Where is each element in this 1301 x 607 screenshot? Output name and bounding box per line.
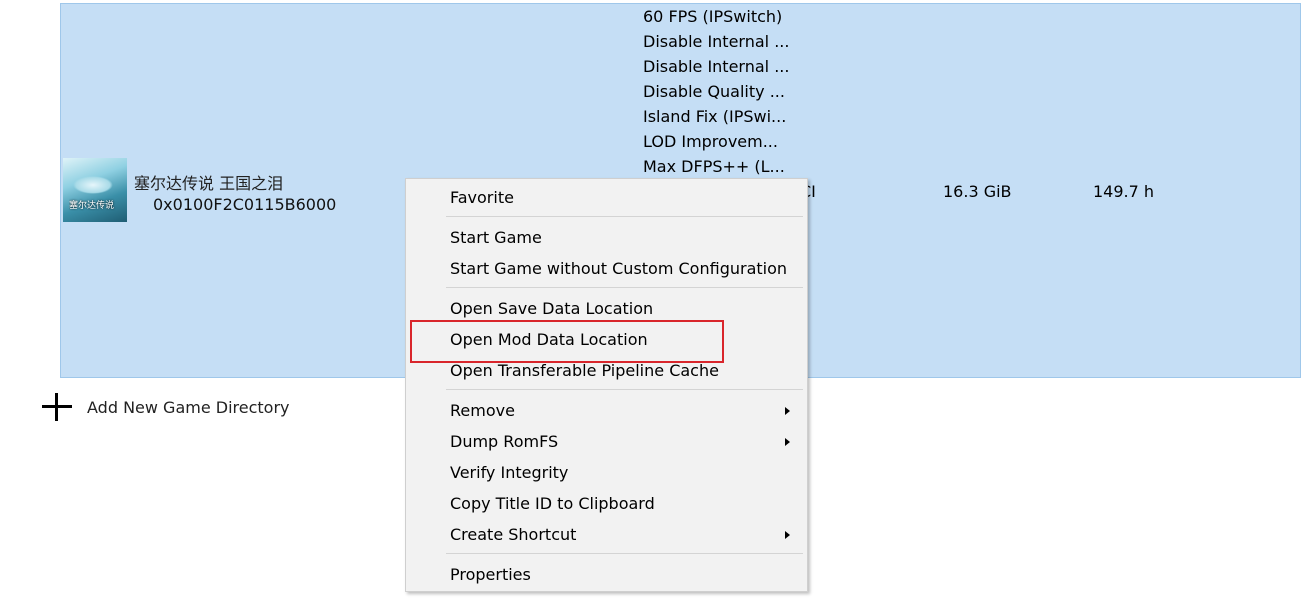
addon-item: 60 FPS (IPSwitch) — [643, 7, 783, 26]
addons-list: 60 FPS (IPSwitch) Disable Internal ... D… — [643, 7, 789, 182]
menu-item-start-game[interactable]: Start Game — [407, 223, 806, 253]
game-name: 塞尔达传说 王国之泪 — [134, 174, 284, 193]
addon-item: Disable Quality ... — [643, 82, 785, 101]
plus-icon — [40, 393, 72, 421]
menu-item-create-shortcut[interactable]: Create Shortcut — [407, 520, 806, 550]
context-menu: Favorite Start Game Start Game without C… — [405, 178, 808, 592]
addon-item: Island Fix (IPSwi... — [643, 107, 787, 126]
submenu-arrow-icon — [785, 438, 790, 446]
game-size: 16.3 GiB — [943, 182, 1012, 201]
menu-separator — [446, 216, 803, 217]
addon-item: LOD Improvem... — [643, 132, 778, 151]
menu-item-dump-romfs[interactable]: Dump RomFS — [407, 427, 806, 457]
addon-item: Disable Internal ... — [643, 57, 790, 76]
menu-item-remove-label: Remove — [450, 401, 515, 420]
menu-item-create-shortcut-label: Create Shortcut — [450, 525, 577, 544]
add-game-directory-label: Add New Game Directory — [87, 397, 290, 417]
addon-item: Disable Internal ... — [643, 32, 790, 51]
game-play-time: 149.7 h — [1093, 182, 1155, 201]
menu-item-favorite[interactable]: Favorite — [407, 183, 806, 213]
menu-item-start-game-without-config[interactable]: Start Game without Custom Configuration — [407, 254, 806, 284]
game-thumbnail: 塞尔达传说 — [63, 158, 127, 222]
thumbnail-text: 塞尔达传说 — [69, 201, 115, 211]
menu-item-properties[interactable]: Properties — [407, 560, 806, 590]
menu-separator — [446, 553, 803, 554]
menu-item-open-save-data[interactable]: Open Save Data Location — [407, 294, 806, 324]
submenu-arrow-icon — [785, 407, 790, 415]
menu-item-verify-integrity[interactable]: Verify Integrity — [407, 458, 806, 488]
menu-item-open-pipeline-cache[interactable]: Open Transferable Pipeline Cache — [407, 356, 806, 386]
menu-item-open-mod-data[interactable]: Open Mod Data Location — [407, 325, 806, 355]
menu-item-dump-romfs-label: Dump RomFS — [450, 432, 559, 451]
menu-separator — [446, 389, 803, 390]
menu-separator — [446, 287, 803, 288]
add-game-directory-button[interactable]: Add New Game Directory — [40, 393, 290, 421]
menu-item-remove[interactable]: Remove — [407, 396, 806, 426]
menu-item-copy-title-id[interactable]: Copy Title ID to Clipboard — [407, 489, 806, 519]
game-title-id: 0x0100F2C0115B6000 — [153, 195, 337, 214]
submenu-arrow-icon — [785, 531, 790, 539]
